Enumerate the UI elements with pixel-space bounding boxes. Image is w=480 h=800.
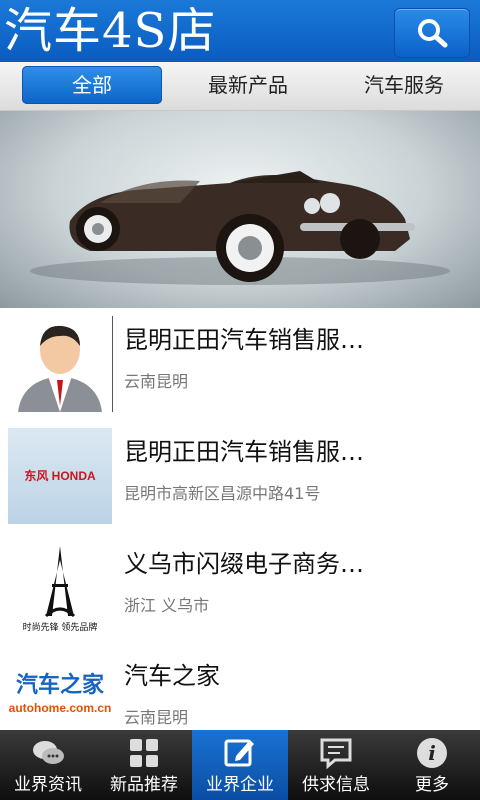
- list-item[interactable]: 东风 HONDA 昆明正田汽车销售服… 昆明市高新区昌源中路41号: [0, 420, 480, 533]
- app-header: 汽车4S店: [0, 0, 480, 62]
- app-title: 汽车4S店: [4, 3, 217, 59]
- list-item-subtitle: 昆明市高新区昌源中路41号: [124, 484, 321, 503]
- honda-logo: 东风 HONDA: [24, 468, 96, 483]
- nav-supply-demand[interactable]: 供求信息: [288, 730, 384, 800]
- svg-text:autohome.com.cn: autohome.com.cn: [9, 701, 112, 715]
- edit-icon: [224, 739, 254, 767]
- list-item-title: 昆明正田汽车销售服…: [124, 326, 364, 354]
- nav-label: 供求信息: [302, 775, 370, 795]
- list-item-title: 义乌市闪缀电子商务…: [124, 550, 364, 578]
- list-item-subtitle: 云南昆明: [124, 708, 189, 727]
- nav-label: 业界企业: [206, 775, 274, 795]
- list-item-subtitle: 浙江 义乌市: [124, 596, 210, 615]
- banner-image[interactable]: [0, 111, 480, 308]
- tab-new-products[interactable]: 最新产品: [178, 62, 318, 110]
- nav-label: 新品推荐: [110, 775, 178, 795]
- tab-car-service[interactable]: 汽车服务: [334, 62, 474, 110]
- grid-icon: [130, 739, 158, 767]
- category-tabs: 全部 最新产品 汽车服务: [0, 62, 480, 111]
- eiffel-tower-logo: 时尚先锋 领先品牌: [23, 546, 98, 633]
- list-item-subtitle: 云南昆明: [124, 372, 189, 391]
- list-item-thumbnail: 东风 HONDA: [8, 428, 112, 524]
- nav-more[interactable]: i 更多: [384, 730, 480, 800]
- svg-text:东风 HONDA: 东风 HONDA: [24, 468, 96, 483]
- svg-text:时尚先锋 领先品牌: 时尚先锋 领先品牌: [23, 621, 98, 633]
- person-avatar-icon: [18, 325, 102, 412]
- search-icon: [418, 19, 448, 48]
- nav-new-products[interactable]: 新品推荐: [96, 730, 192, 800]
- vintage-car-image: [30, 171, 450, 285]
- list-item-title: 汽车之家: [124, 662, 220, 690]
- chat-bubbles-icon: [33, 741, 64, 764]
- tab-all[interactable]: 全部: [22, 66, 162, 104]
- message-icon: [320, 738, 352, 770]
- list-item-thumbnail: [8, 316, 112, 412]
- list-item[interactable]: 昆明正田汽车销售服… 云南昆明: [0, 308, 480, 421]
- bottom-navigation: 业界资讯 新品推荐 业界企业 供求信息 i 更多: [0, 730, 480, 800]
- svg-text:i: i: [428, 741, 436, 765]
- nav-label: 业界资讯: [14, 775, 82, 795]
- nav-industry-news[interactable]: 业界资讯: [0, 730, 96, 800]
- list-item-title: 昆明正田汽车销售服…: [124, 438, 364, 466]
- search-button[interactable]: [394, 8, 470, 58]
- thumbnail-divider: [112, 316, 113, 412]
- nav-enterprises[interactable]: 业界企业: [192, 730, 288, 800]
- list-item-thumbnail: 时尚先锋 领先品牌: [8, 540, 112, 636]
- info-icon: i: [417, 738, 447, 768]
- svg-text:汽车之家: 汽车之家: [16, 672, 105, 698]
- list-item[interactable]: 时尚先锋 领先品牌 义乌市闪缀电子商务… 浙江 义乌市: [0, 532, 480, 645]
- nav-label: 更多: [415, 775, 449, 795]
